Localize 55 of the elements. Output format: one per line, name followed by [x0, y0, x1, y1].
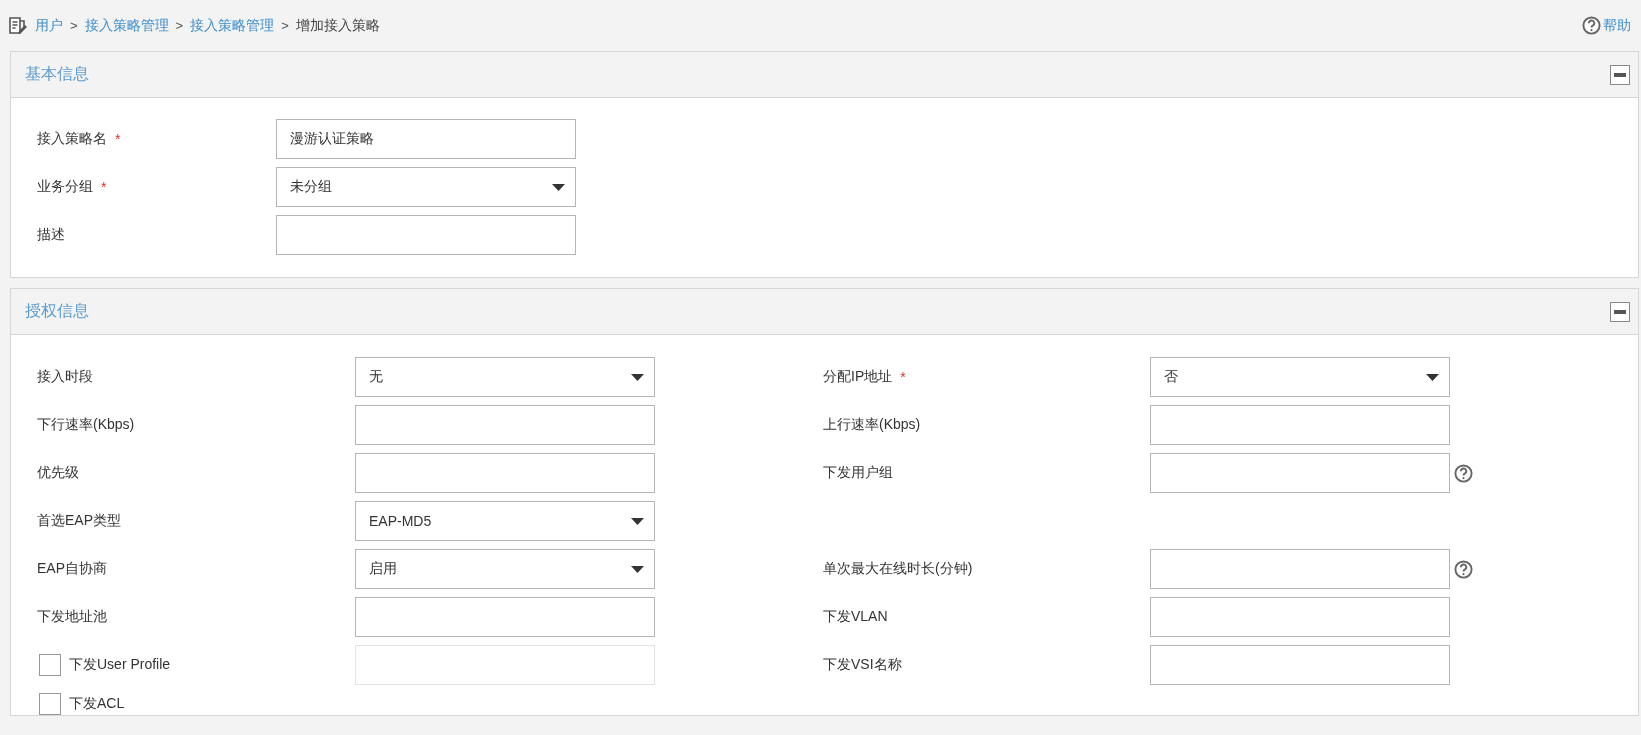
caret-icon — [1426, 373, 1439, 381]
text-field[interactable] — [1150, 597, 1450, 637]
text-field[interactable]: 漫游认证策略 — [276, 119, 576, 159]
dropdown[interactable]: 无 — [355, 357, 655, 397]
field-label: EAP自协商 — [37, 560, 107, 578]
field-label: 单次最大在线时长(分钟) — [823, 560, 973, 578]
text-field[interactable] — [355, 453, 655, 493]
field-label: 描述 — [37, 226, 65, 244]
section-title: 授权信息 — [25, 301, 90, 321]
caret-icon — [631, 565, 644, 573]
breadcrumb-current: 增加接入策略 — [295, 16, 380, 35]
text-field[interactable] — [355, 405, 655, 445]
required-mark: * — [101, 179, 107, 195]
section-title: 基本信息 — [25, 64, 90, 84]
text-field[interactable] — [355, 597, 655, 637]
text-field[interactable] — [1150, 645, 1450, 685]
caret-icon — [631, 373, 644, 381]
dropdown[interactable]: 启用 — [355, 549, 655, 589]
collapse-button[interactable] — [1610, 64, 1630, 85]
caret-icon — [631, 517, 644, 525]
required-mark: * — [900, 369, 906, 385]
breadcrumb-separator: > — [70, 18, 78, 33]
field-label: 下发VSI名称 — [823, 656, 902, 674]
breadcrumb-separator: > — [175, 18, 184, 33]
text-field[interactable] — [1150, 453, 1450, 493]
field-label: 分配IP地址 — [823, 368, 893, 386]
minus-icon — [1614, 72, 1626, 77]
field-label: 下发VLAN — [823, 608, 888, 626]
caret-icon — [552, 183, 565, 191]
field-label: 下发User Profile — [69, 656, 171, 674]
dropdown[interactable]: EAP-MD5 — [355, 501, 655, 541]
field-label: 优先级 — [37, 464, 79, 482]
field-label: 下发用户组 — [823, 464, 893, 482]
breadcrumb-separator: > — [281, 18, 289, 33]
checkbox[interactable] — [39, 693, 61, 715]
help-icon[interactable] — [1454, 463, 1473, 483]
field-label: 首选EAP类型 — [37, 512, 121, 530]
field-label: 下行速率(Kbps) — [37, 416, 135, 434]
document-edit-icon — [8, 15, 28, 36]
help-icon — [1582, 16, 1601, 35]
field-label: 下发地址池 — [37, 608, 107, 626]
field-label: 业务分组 — [37, 178, 93, 196]
field-label: 接入策略名 — [37, 130, 107, 148]
text-field[interactable] — [1150, 405, 1450, 445]
field-label: 上行速率(Kbps) — [823, 416, 921, 434]
text-field[interactable] — [276, 215, 576, 255]
minus-icon — [1614, 309, 1626, 314]
field-label: 下发ACL — [69, 695, 125, 713]
dropdown[interactable]: 否 — [1150, 357, 1450, 397]
help-icon[interactable] — [1454, 559, 1473, 579]
field-label: 接入时段 — [37, 368, 93, 386]
dropdown[interactable]: 未分组 — [276, 167, 576, 207]
text-field[interactable] — [1150, 549, 1450, 589]
required-mark: * — [115, 131, 121, 147]
collapse-button[interactable] — [1610, 301, 1630, 322]
